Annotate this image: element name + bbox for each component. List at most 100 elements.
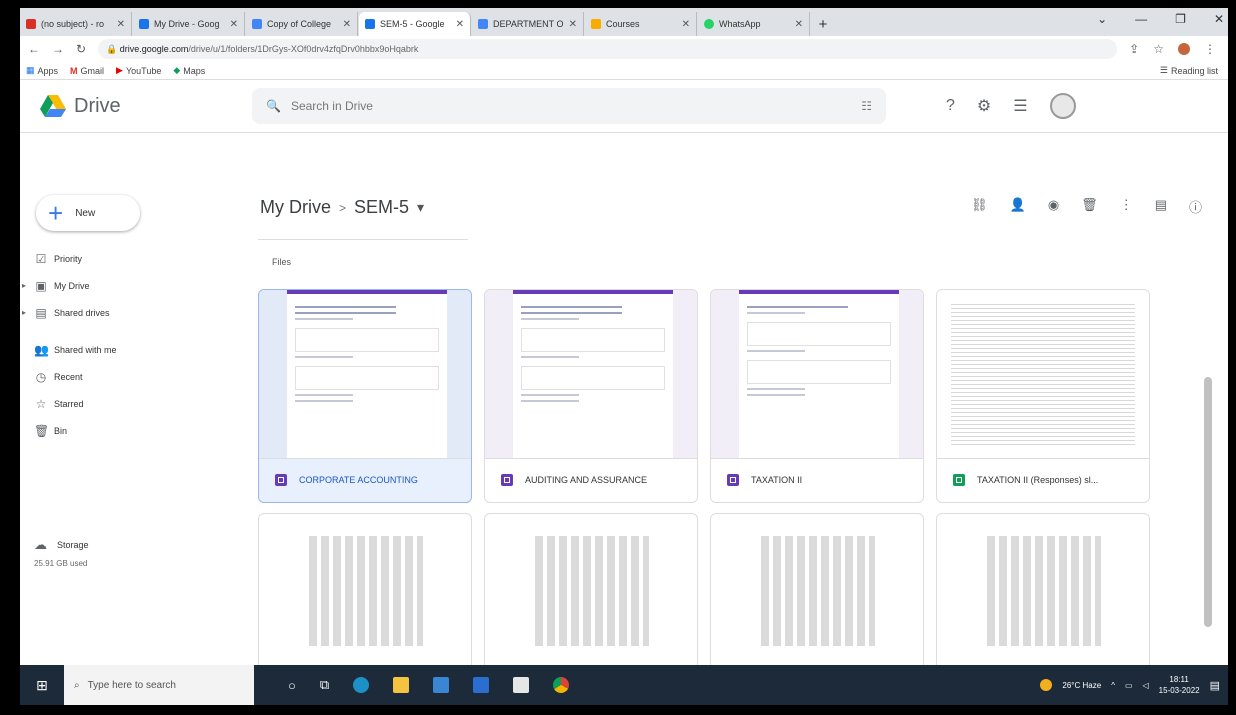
search-input[interactable]: Search in Drive <box>291 99 851 113</box>
chevron-down-icon[interactable]: ▾ <box>417 199 424 216</box>
sidebar-item-shared-with-me[interactable]: 👥 Shared with me <box>20 336 240 363</box>
taskbar-apps: ○ ⧉ <box>288 677 570 693</box>
chrome-icon[interactable] <box>553 677 570 693</box>
drive-icon <box>365 19 375 29</box>
settings-icon[interactable]: ⚙ <box>977 96 991 116</box>
cortana-icon[interactable]: ○ <box>288 678 296 693</box>
youtube-icon: ▶ <box>116 65 123 75</box>
browser-tab[interactable]: (no subject) - ro ✕ <box>20 12 132 36</box>
url-field[interactable]: 🔒 drive.google.com/drive/u/1/folders/1Dr… <box>98 39 1118 59</box>
file-card[interactable]: TAXATION II <box>710 289 924 503</box>
preview-icon[interactable]: ◉ <box>1048 197 1059 216</box>
back-icon[interactable]: ← <box>28 42 40 56</box>
apps-icon[interactable]: ☰ <box>1013 96 1027 116</box>
edge-icon[interactable] <box>353 677 370 693</box>
browser-tab[interactable]: My Drive - Goog ✕ <box>133 12 245 36</box>
more-icon[interactable]: ⋮ <box>1120 197 1133 216</box>
browser-tab[interactable]: Copy of College ✕ <box>246 12 358 36</box>
storage-used: 25.91 GB used <box>34 559 88 568</box>
browser-tab[interactable]: DEPARTMENT O ✕ <box>472 12 584 36</box>
close-icon[interactable]: ✕ <box>230 19 238 30</box>
delete-icon[interactable]: 🗑 <box>1081 197 1098 216</box>
taskbar-search[interactable]: ⌕ Type here to search <box>64 665 254 705</box>
new-button[interactable]: + New <box>36 195 140 231</box>
my-drive-icon: ▣ <box>35 278 47 293</box>
sidebar-item-my-drive[interactable]: ▸ ▣ My Drive <box>20 272 240 299</box>
shared-drives-icon: ▤ <box>35 305 47 320</box>
maximize-icon[interactable]: ❐ <box>1175 12 1186 26</box>
minimize-icon[interactable]: — <box>1135 12 1147 26</box>
window-close-icon[interactable]: ✕ <box>1214 12 1224 26</box>
google-forms-icon <box>501 474 513 486</box>
sidebar: + New ☑ Priority ▸ ▣ My Drive ▸ ▤ Shared driv… <box>20 133 240 665</box>
bookmark-gmail[interactable]: M Gmail <box>70 66 104 76</box>
close-icon[interactable]: ✕ <box>117 19 125 30</box>
share-icon[interactable]: ⇪ <box>1129 42 1139 56</box>
reload-icon[interactable]: ↻ <box>76 42 86 56</box>
breadcrumb-current[interactable]: SEM-5 <box>354 197 409 218</box>
file-name-row: CORPORATE ACCOUNTING <box>259 458 471 502</box>
file-thumbnail <box>711 290 923 459</box>
drive-logo[interactable]: Drive <box>20 95 240 118</box>
sidebar-item-shared-drives[interactable]: ▸ ▤ Shared drives <box>20 299 240 326</box>
windows-start-icon[interactable]: ⊞ <box>20 677 64 694</box>
close-icon[interactable]: ✕ <box>343 19 351 30</box>
bookmark-apps[interactable]: ▦ Apps <box>26 65 58 76</box>
browser-tab[interactable]: Courses ✕ <box>585 12 697 36</box>
breadcrumb-root[interactable]: My Drive <box>260 197 331 218</box>
info-icon[interactable]: ⓘ <box>1189 197 1202 216</box>
google-forms-icon <box>275 474 287 486</box>
mail-icon[interactable] <box>473 677 490 693</box>
expand-icon[interactable]: ▸ <box>22 281 26 290</box>
link-icon[interactable]: ⛓ <box>971 197 988 216</box>
menu-icon[interactable]: ⋮ <box>1204 42 1216 56</box>
weather-text[interactable]: 26°C Haze <box>1062 681 1101 690</box>
weather-icon <box>1040 679 1053 691</box>
chevron-up-icon[interactable]: ^ <box>1111 681 1115 690</box>
task-view-icon[interactable]: ⧉ <box>320 677 329 693</box>
browser-tab[interactable]: WhatsApp ✕ <box>698 12 810 36</box>
search-icon[interactable]: 🔍 <box>266 99 281 113</box>
bookmark-maps[interactable]: ◆ Maps <box>173 65 205 76</box>
search-options-icon[interactable]: ☷ <box>861 99 872 113</box>
sidebar-item-recent[interactable]: ◷ Recent <box>20 363 240 390</box>
reading-list-button[interactable]: ☰ Reading list <box>1160 65 1218 76</box>
close-icon[interactable]: ✕ <box>682 19 690 30</box>
close-icon[interactable]: ✕ <box>456 19 464 30</box>
share-people-icon[interactable]: 👤 <box>1010 197 1026 216</box>
storage-section[interactable]: ☁ Storage 25.91 GB used <box>34 537 89 568</box>
close-icon[interactable]: ✕ <box>569 19 577 30</box>
view-toggle-icon[interactable]: ▤ <box>1155 197 1167 216</box>
network-icon[interactable]: ▭ <box>1125 681 1133 690</box>
search-bar[interactable]: 🔍 Search in Drive ☷ <box>252 88 886 124</box>
sidebar-item-priority[interactable]: ☑ Priority <box>20 245 240 272</box>
expand-icon[interactable]: ▸ <box>22 308 26 317</box>
scrollbar[interactable] <box>1204 377 1212 627</box>
notifications-icon[interactable]: ▤ <box>1210 679 1220 692</box>
file-card[interactable]: AUDITING AND ASSURANCE <box>484 289 698 503</box>
sidebar-item-bin[interactable]: 🗑 Bin <box>20 417 240 444</box>
sidebar-item-starred[interactable]: ☆ Starred <box>20 390 240 417</box>
bookmarks-bar: ▦ Apps M Gmail ▶ YouTube ◆ Maps ☰ Reading lis… <box>20 62 1228 80</box>
file-card[interactable]: TAXATION II (Responses) sl... <box>936 289 1150 503</box>
terminal-icon[interactable] <box>513 677 530 693</box>
browser-tab-active[interactable]: SEM-5 - Google ✕ <box>359 12 471 36</box>
tab-search-icon[interactable]: ⌄ <box>1097 12 1107 26</box>
people-icon: 👥 <box>34 342 49 357</box>
profile-avatar[interactable] <box>1178 43 1190 55</box>
bookmark-youtube[interactable]: ▶ YouTube <box>116 65 161 76</box>
forward-icon[interactable]: → <box>52 42 64 56</box>
new-tab-button[interactable]: + <box>811 12 835 36</box>
file-card[interactable]: CORPORATE ACCOUNTING <box>258 289 472 503</box>
file-thumbnail <box>535 536 649 646</box>
section-label: Files <box>272 257 292 267</box>
help-icon[interactable]: ? <box>946 97 955 115</box>
store-icon[interactable] <box>433 677 450 693</box>
account-avatar[interactable] <box>1049 93 1076 119</box>
star-icon[interactable]: ☆ <box>1153 42 1164 56</box>
volume-icon[interactable]: ◁ <box>1143 681 1149 690</box>
close-icon[interactable]: ✕ <box>795 19 803 30</box>
clock[interactable]: 18:11 15-03-2022 <box>1159 674 1200 696</box>
gmail-icon: M <box>70 65 78 76</box>
explorer-icon[interactable] <box>393 677 410 693</box>
